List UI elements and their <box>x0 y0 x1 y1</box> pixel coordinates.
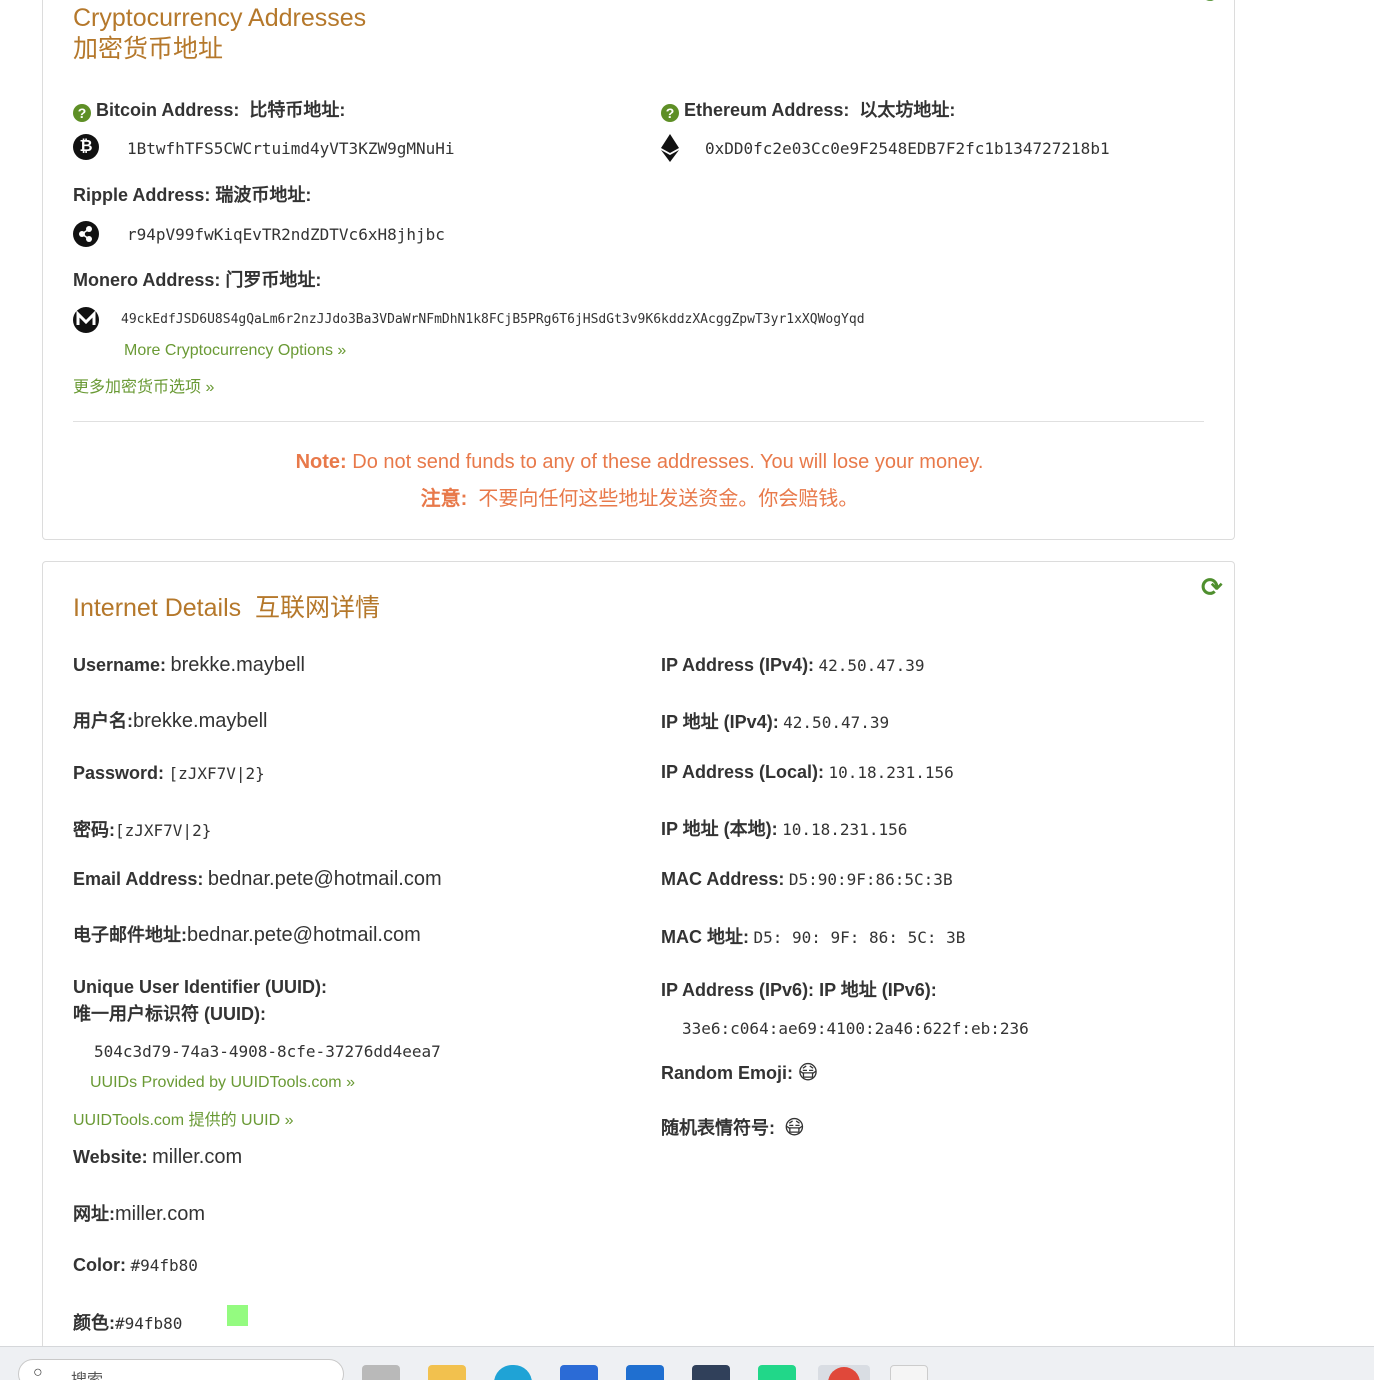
typora-icon[interactable] <box>890 1365 928 1380</box>
crypto-title-en: Cryptocurrency Addresses <box>73 4 367 32</box>
taskbar-search[interactable]: ○ 搜索 <box>18 1359 344 1380</box>
ethereum-icon <box>661 134 679 162</box>
folder-icon[interactable] <box>428 1365 466 1380</box>
store-icon[interactable] <box>560 1365 598 1380</box>
crypto-card: Cryptocurrency Addresses 加密货币地址 ⟳ ?Bitco… <box>42 0 1235 540</box>
more-crypto-link-en[interactable]: More Cryptocurrency Options » <box>124 342 346 360</box>
password-row: Password: [zJXF7V|2} <box>73 763 265 783</box>
refresh-icon[interactable]: ⟳ <box>1201 572 1223 603</box>
website-row: Website: miller.com <box>73 1146 243 1168</box>
uuid-value: 504c3d79-74a3-4908-8cfe-37276dd4eea7 <box>94 1042 441 1061</box>
username-row: Username: brekke.maybell <box>73 654 306 676</box>
note-zh: 注意: 不要向任何这些地址发送资金。你会赔钱。 <box>420 488 859 510</box>
vscode-icon[interactable] <box>626 1365 664 1380</box>
crypto-title-zh: 加密货币地址 <box>73 35 224 63</box>
internet-title: Internet Details 互联网详情 <box>73 594 381 622</box>
emoji-icon: 😷 <box>797 1062 819 1084</box>
ipv6-value: 33e6:c064:ae69:4100:2a46:622f:eb:236 <box>682 1019 1029 1038</box>
local-ip-row: IP Address (Local): 10.18.231.156 <box>661 762 954 782</box>
emoji-row: Random Emoji: 😷 <box>661 1062 819 1084</box>
uuid-link-zh[interactable]: UUIDTools.com 提供的 UUID » <box>73 1106 293 1130</box>
ipv4-row-zh: IP 地址 (IPv4): 42.50.47.39 <box>661 712 890 732</box>
color-row: Color: #94fb80 <box>73 1255 198 1275</box>
chrome-icon[interactable] <box>818 1365 870 1380</box>
color-swatch <box>227 1305 248 1326</box>
search-placeholder: 搜索 <box>71 1366 103 1380</box>
ripple-icon <box>73 221 99 247</box>
uuid-link-en[interactable]: UUIDs Provided by UUIDTools.com » <box>90 1074 355 1092</box>
monero-label: Monero Address: 门罗币地址: <box>73 270 322 290</box>
email-row-zh: 电子邮件地址:bednar.pete@hotmail.com <box>73 924 421 946</box>
edge-icon[interactable] <box>494 1365 532 1380</box>
color-row-zh: 颜色:#94fb80 <box>73 1313 183 1333</box>
bitcoin-address: 1BtwfhTFS5CWCrtuimd4yVT3KZW9gMNuHi <box>127 139 455 158</box>
taskview-icon[interactable] <box>362 1365 400 1380</box>
username-row-zh: 用户名:brekke.maybell <box>73 710 268 732</box>
pycharm-icon[interactable] <box>758 1365 796 1380</box>
password-row-zh: 密码:[zJXF7V|2} <box>73 820 212 840</box>
bitcoin-icon: ₿ <box>73 134 99 160</box>
ipv6-label: IP Address (IPv6): IP 地址 (IPv6): <box>661 980 937 1000</box>
uuid-label: Unique User Identifier (UUID): <box>73 977 328 997</box>
divider <box>73 421 1204 422</box>
taskbar: ○ 搜索 <box>0 1346 1374 1380</box>
github-icon[interactable] <box>692 1365 730 1380</box>
internet-details-card: Internet Details 互联网详情 ⟳ Username: brekk… <box>42 561 1235 1380</box>
mac-row: MAC Address: D5:90:9F:86:5C:3B <box>661 869 953 889</box>
more-crypto-link-zh[interactable]: 更多加密货币选项 » <box>73 373 214 397</box>
emoji-row-zh: 随机表情符号: 😷 <box>661 1117 805 1139</box>
search-icon: ○ <box>33 1364 43 1380</box>
email-row: Email Address: bednar.pete@hotmail.com <box>73 868 442 890</box>
uuid-label-zh: 唯一用户标识符 (UUID): <box>73 1004 266 1024</box>
bitcoin-label: ? Bitcoin Address: 比特币地址: <box>73 96 345 122</box>
local-ip-row-zh: IP 地址 (本地): 10.18.231.156 <box>661 819 908 839</box>
ipv4-row: IP Address (IPv4): 42.50.47.39 <box>661 655 925 675</box>
monero-address: 49ckEdfJSD6U8S4gQaLm6r2nzJJdo3Ba3VDaWrNF… <box>121 312 865 327</box>
emoji-icon: 😷 <box>783 1117 805 1139</box>
ripple-label: Ripple Address: 瑞波币地址: <box>73 185 312 205</box>
website-row-zh: 网址:miller.com <box>73 1203 206 1225</box>
mac-row-zh: MAC 地址: D5: 90: 9F: 86: 5C: 3B <box>661 927 966 947</box>
ripple-address: r94pV99fwKiqEvTR2ndZDTVc6xH8jhjbc <box>127 225 445 244</box>
ethereum-label: ? Ethereum Address: 以太坊地址: <box>661 96 955 122</box>
refresh-icon[interactable]: ⟳ <box>1201 0 1223 9</box>
ethereum-address: 0xDD0fc2e03Cc0e9F2548EDB7F2fc1b134727218… <box>705 139 1110 158</box>
note-en: Note: Do not send funds to any of these … <box>295 451 984 473</box>
monero-icon <box>73 307 99 333</box>
help-icon[interactable]: ? <box>73 104 91 122</box>
help-icon[interactable]: ? <box>661 104 679 122</box>
